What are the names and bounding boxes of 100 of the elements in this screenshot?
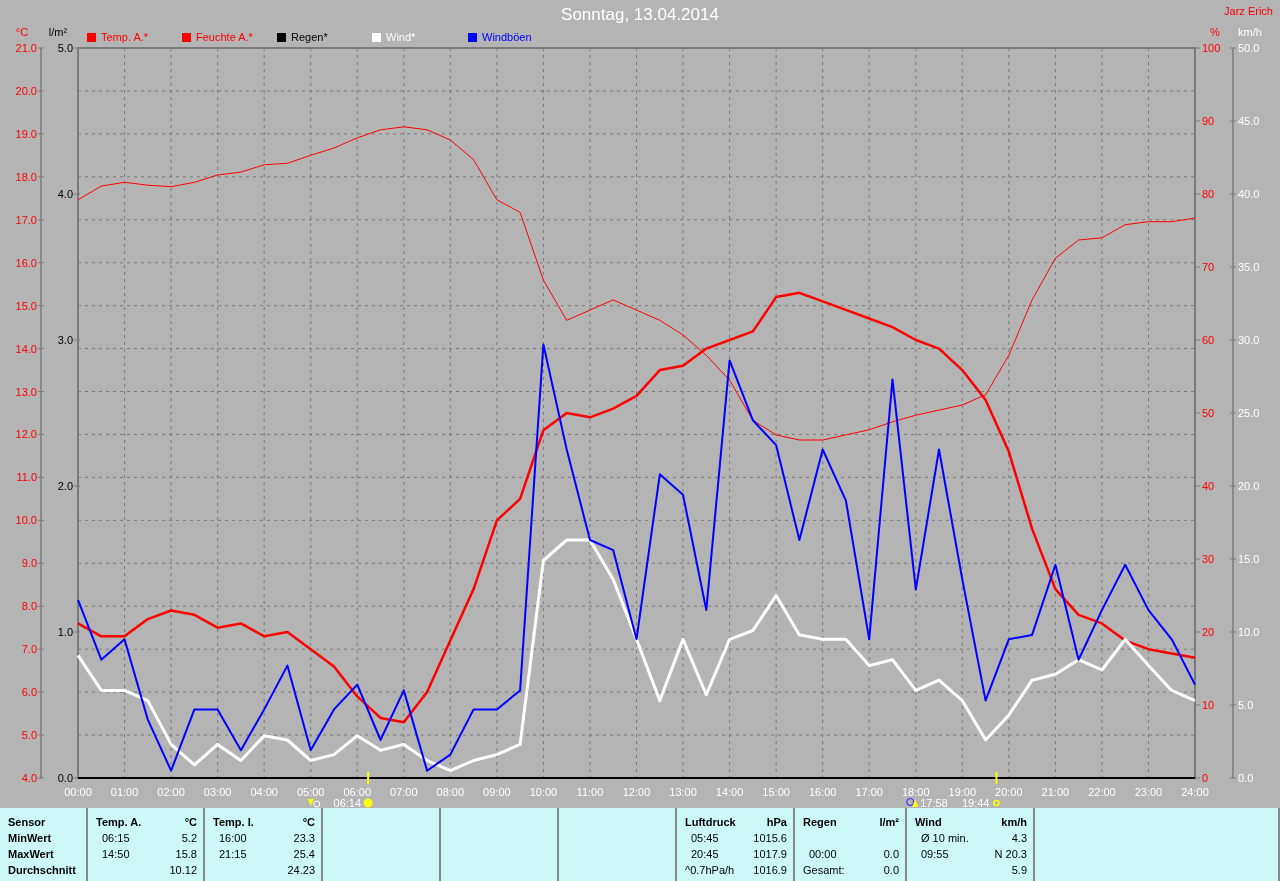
axis-tick-label: 19:00 [948,786,977,798]
axis-tick-label: 03:00 [203,786,232,798]
table-cell-text: 16:00 [218,832,247,846]
axis-tick-label: 20 [1202,626,1215,638]
unit-label: l/m² [879,816,899,830]
table-cell: 5.9 [1011,864,1027,878]
table-header: Regen [803,816,837,830]
table-cell: 23.3 [293,832,315,846]
table-cell-text: 09:55 [920,848,949,862]
marker-line [995,771,998,785]
table-cell: 24.23 [287,864,315,878]
axis-tick-label: 5.0 [21,729,37,742]
table-cell-text: 14:50 [101,848,130,862]
axis-tick-label: 80 [1202,188,1215,200]
axis-tick-label: 18:00 [902,786,930,798]
table-cell-text: Ø 10 min. [920,832,969,846]
unit-label: km/h [1001,816,1027,830]
table-cell: 1015.6 [753,832,787,846]
axis-tick-label: 09:00 [483,786,511,798]
axis-tick-label: 8.0 [21,600,37,613]
axis-tick-label: 0 [1202,772,1209,784]
axis-tick-label: 20.0 [1238,480,1260,492]
axis-tick-label: 5.0 [1238,699,1254,711]
table-cell-text: 21:15 [218,848,247,862]
row-label: Durchschnitt [8,864,76,878]
table-cell: Gesamt: [803,864,845,878]
row-label: MaxWert [8,848,54,862]
axis-tick-label: 1.0 [57,626,73,638]
axis-tick-label: 11.0 [16,471,37,484]
table-cell-text: 06:15 [101,832,130,846]
table-cell: 1017.9 [753,848,787,862]
axis-tick-label: 06:00 [343,786,371,798]
axis-tick-label: 4.0 [21,772,37,784]
legend-label: Wind* [386,31,416,43]
axis-tick-label: 17:00 [855,786,883,798]
axis-tick-label: 0.0 [1238,772,1254,784]
table-cell: N 20.3 [994,848,1027,862]
table-cell-text: 05:45 [690,832,719,846]
axis-tick-label: 10.0 [15,514,37,527]
unit-label: °C [184,816,197,830]
axis-tick-label: 21.0 [15,42,37,54]
axis-tick-label: 13.0 [15,385,37,398]
axis-tick-label: 15.0 [15,299,37,312]
axis-unit: °C [15,26,29,38]
axis-tick-label: 11:00 [576,786,604,798]
axis-tick-label: 21:00 [1041,786,1070,798]
axis-tick-label: 08:00 [436,786,465,798]
axis-tick-label: 6.0 [21,686,37,699]
table-cell-text: 00:00 [808,848,837,862]
axis-tick-label: 90 [1202,115,1215,127]
axis-unit: l/m² [48,26,68,38]
axis-tick-label: 0.0 [57,772,73,784]
axis-tick-label: 02:00 [157,786,185,798]
axis-tick-label: 19.0 [15,127,37,140]
axis-tick-label: 04:00 [250,786,278,798]
moonset-icon [307,799,321,808]
table-cell: 4.3 [1011,832,1027,846]
legend-label: Regen* [291,31,328,43]
moonrise-icon [906,798,919,807]
ring-icon [993,799,1000,807]
axis-tick-label: 07:00 [390,786,418,798]
table-cell: 1016.9 [753,864,787,878]
axis-tick-label: 9.0 [21,557,37,570]
table-header: Temp. A. [96,816,142,830]
table-header: Wind [915,816,942,830]
axis-tick-label: 15:00 [762,786,790,798]
sun-icon [363,798,373,808]
row-label: MinWert [8,832,52,846]
axis-tick-label: 13:00 [669,786,697,798]
axis-tick-label: 30 [1202,553,1215,565]
axis-tick-label: 50.0 [1238,42,1260,54]
table-header: Luftdruck [685,816,736,830]
time-label: 19:44 [961,797,990,808]
axis-tick-label: 14:00 [715,786,744,798]
axis-tick-label: 12:00 [622,786,651,798]
axis-unit: % [1210,26,1220,38]
table-cell: ^0.7hPa/h [685,864,735,878]
table-cell: 0.0 [883,864,899,878]
axis-tick-label: 5.0 [57,42,73,54]
axis-tick-label: 23:00 [1134,786,1163,798]
table-cell: 15.8 [175,848,197,862]
axis-tick-label: 17.0 [15,213,37,226]
axis-tick-label: 7.0 [21,643,37,656]
legend-label: Windböen [482,31,532,43]
axis-tick-label: 01:00 [110,786,139,798]
legend-label: Feuchte A.* [196,31,253,43]
axis-tick-label: 20.0 [15,84,37,97]
axis-tick-label: 16.0 [15,256,37,269]
axis-tick-label: 3.0 [57,334,73,346]
unit-label: hPa [766,816,787,830]
axis-tick-label: 10:00 [529,786,558,798]
axis-tick-label: 50 [1202,407,1215,419]
axis-unit: km/h [1238,26,1262,38]
author-label: Jarz Erich [1224,5,1273,17]
axis-tick-label: 10 [1202,699,1215,711]
axis-tick-label: 35.0 [1238,261,1260,273]
axis-tick-label: 45.0 [1238,115,1260,127]
axis-tick-label: 05:00 [296,786,325,798]
time-label: 17:58 [920,797,948,808]
table-cell: 10.12 [169,864,197,878]
